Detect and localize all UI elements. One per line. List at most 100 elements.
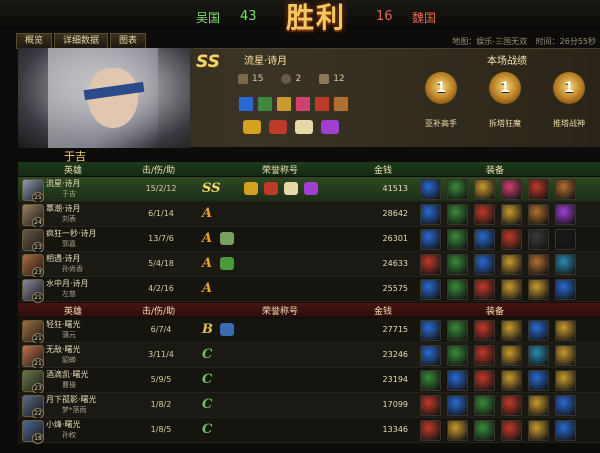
item-icon[interactable] [528, 345, 549, 366]
player-row[interactable]: 23 疯狂一秒·诗月 郭嘉 13/7/6 A 26301 [18, 227, 600, 253]
item-icon[interactable] [555, 320, 576, 341]
honor-icons [220, 232, 234, 245]
kda-value: 1/8/2 [150, 400, 172, 409]
item-icon[interactable] [447, 370, 468, 391]
item-icon[interactable] [528, 320, 549, 341]
item-icon[interactable] [555, 345, 576, 366]
assist-icon [319, 74, 330, 84]
victory-banner: 胜利 [285, 1, 346, 34]
item-icon[interactable] [420, 345, 441, 366]
item-icon[interactable] [555, 370, 576, 391]
tab-charts[interactable]: 图表 [110, 33, 147, 49]
kda-value: 5/4/18 [148, 259, 174, 268]
col-kda: 击/伤/助 [142, 307, 176, 317]
badge-label: 亚补高手 [425, 119, 457, 128]
item-icon[interactable] [474, 254, 495, 275]
item-icon[interactable] [501, 204, 522, 225]
item-icon[interactable] [555, 254, 576, 275]
equipment-slots [420, 179, 576, 200]
item-icon[interactable] [474, 395, 495, 416]
item-icon[interactable] [447, 345, 468, 366]
item-icon[interactable] [528, 204, 549, 225]
item-icon[interactable] [501, 179, 522, 200]
item-icon[interactable] [474, 229, 495, 250]
gold-value: 27715 [382, 325, 408, 334]
player-name: 蒲元 [62, 331, 76, 339]
featured-hero-name: 流星·诗月 [244, 56, 288, 67]
equipment-slots [420, 229, 576, 250]
player-row[interactable]: 22 月下孤影·曙光 梦*落雨 1/8/2 C 17099 [18, 393, 600, 419]
item-icon[interactable] [447, 204, 468, 225]
item-icon[interactable] [501, 320, 522, 341]
item-icon[interactable] [420, 254, 441, 275]
kda-value: 6/1/14 [148, 209, 174, 218]
item-icon[interactable] [555, 395, 576, 416]
item-icon[interactable] [447, 279, 468, 300]
item-icon[interactable] [528, 254, 549, 275]
item-icon[interactable] [555, 420, 576, 441]
kda-value: 3/11/4 [148, 350, 174, 359]
item-icon[interactable] [528, 229, 549, 250]
item-icon[interactable] [501, 345, 522, 366]
item-icon[interactable] [501, 370, 522, 391]
item-icon[interactable] [501, 420, 522, 441]
player-row[interactable]: 21 无敌·曙光 貂蝉 3/11/4 C 23246 [18, 343, 600, 369]
item-icon[interactable] [420, 179, 441, 200]
item-icon[interactable] [447, 395, 468, 416]
grade-badge: C [202, 372, 213, 387]
col-gold: 金钱 [374, 166, 393, 176]
grade-badge: SS [202, 181, 221, 196]
item-icon[interactable] [555, 204, 576, 225]
item-icon[interactable] [447, 420, 468, 441]
item-icon[interactable] [474, 370, 495, 391]
item-icon[interactable] [420, 229, 441, 250]
item-icon[interactable] [474, 420, 495, 441]
tab-details[interactable]: 详细数据 [54, 33, 109, 49]
item-icon[interactable] [528, 370, 549, 391]
player-row[interactable]: 21 轻狂·曙光 蒲元 6/7/4 B 27715 [18, 318, 600, 344]
player-row[interactable]: 23 酒滴凯·曙光 曹操 5/9/5 C 23194 [18, 368, 600, 394]
item-icon[interactable] [420, 420, 441, 441]
hero-name: 无敌·曙光 [46, 345, 81, 354]
player-row[interactable]: 24 覃潮·诗月 刘表 6/1/14 A 28642 [18, 202, 600, 228]
kda-value: 1/8/5 [150, 425, 172, 434]
badge-2: 1 拆塔狂魔 [482, 72, 528, 129]
item-icon[interactable] [555, 229, 576, 250]
item-icon[interactable] [447, 320, 468, 341]
item-icon[interactable] [501, 279, 522, 300]
player-row[interactable]: 21 水中月·诗月 左慈 4/2/16 A 25575 [18, 277, 600, 303]
item-icon[interactable] [501, 254, 522, 275]
item-icon[interactable] [501, 229, 522, 250]
item-icon[interactable] [474, 179, 495, 200]
item-icon[interactable] [447, 179, 468, 200]
item-icon[interactable] [447, 229, 468, 250]
item-icon[interactable] [420, 279, 441, 300]
item-icon[interactable] [474, 279, 495, 300]
item-icon[interactable] [474, 204, 495, 225]
item-icon[interactable] [528, 179, 549, 200]
item-icon[interactable] [474, 320, 495, 341]
player-row[interactable]: 18 小烽·曙光 孙权 1/8/5 C 13346 [18, 418, 600, 444]
item-icon[interactable] [528, 279, 549, 300]
item-icon [238, 96, 254, 112]
item-icon[interactable] [501, 395, 522, 416]
player-row[interactable]: 23 相遇·诗月 孙尚香 5/4/18 A 24633 [18, 252, 600, 278]
item-icon[interactable] [420, 370, 441, 391]
honor-icon [220, 232, 234, 245]
hero-name: 相遇·诗月 [46, 254, 81, 263]
kill-icon [238, 74, 248, 84]
tab-overview[interactable]: 概览 [16, 33, 53, 49]
medal-icon: 1 [553, 72, 585, 104]
item-icon[interactable] [528, 395, 549, 416]
item-icon[interactable] [555, 279, 576, 300]
gold-value: 23194 [382, 375, 408, 384]
item-icon[interactable] [528, 420, 549, 441]
item-icon[interactable] [447, 254, 468, 275]
item-icon[interactable] [474, 345, 495, 366]
item-icon[interactable] [420, 395, 441, 416]
item-icon[interactable] [420, 204, 441, 225]
player-row[interactable]: 25 流星·诗月 于吉 15/2/12 SS 41513 [18, 177, 600, 203]
item-icon[interactable] [420, 320, 441, 341]
gold-value: 17099 [382, 400, 408, 409]
item-icon[interactable] [555, 179, 576, 200]
